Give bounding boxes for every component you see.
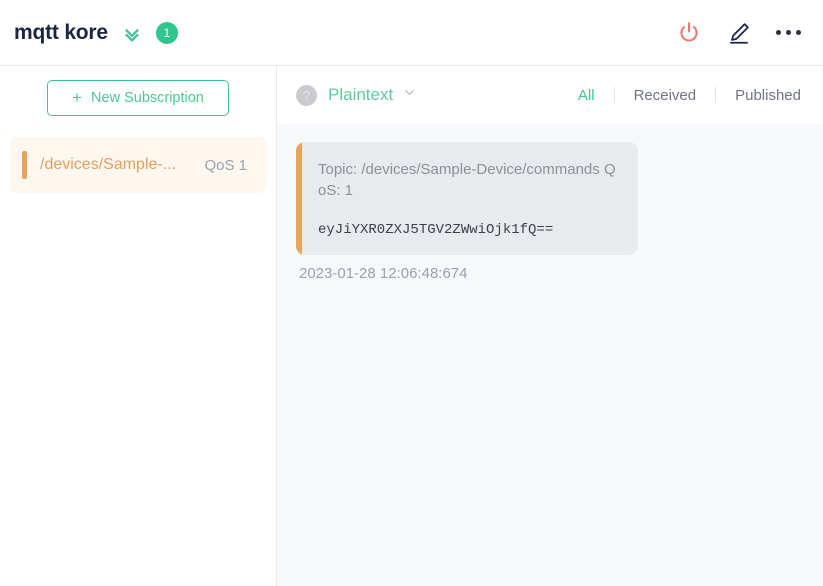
subscription-list: /devices/Sample-... QoS 1 bbox=[0, 137, 276, 193]
filter-tab-received[interactable]: Received bbox=[615, 88, 716, 103]
app-header: mqtt kore 1 bbox=[0, 0, 823, 66]
subscription-list-item[interactable]: /devices/Sample-... QoS 1 bbox=[10, 137, 266, 193]
double-chevron-down-icon[interactable] bbox=[121, 23, 143, 45]
payload-format-label: Plaintext bbox=[328, 85, 394, 104]
dots-glyph bbox=[776, 30, 801, 35]
new-subscription-button[interactable]: + New Subscription bbox=[47, 80, 229, 116]
new-subscription-wrap: + New Subscription bbox=[0, 80, 276, 116]
message-payload: eyJiYXR0ZXJ5TGV2ZWwiOjk1fQ== bbox=[318, 221, 554, 238]
messages-panel: ? Plaintext All Received Published Topic… bbox=[277, 66, 823, 586]
message-accent-bar bbox=[296, 142, 302, 255]
connection-count-badge: 1 bbox=[155, 21, 178, 44]
subscription-qos: QoS 1 bbox=[204, 156, 247, 174]
toolbar-left-group: ? Plaintext bbox=[296, 84, 417, 106]
more-options-icon[interactable] bbox=[776, 30, 801, 35]
message-timestamp: 2023-01-28 12:06:48:674 bbox=[299, 264, 468, 282]
power-icon[interactable] bbox=[676, 20, 702, 46]
message-bubble[interactable]: Topic: /devices/Sample-Device/commands Q… bbox=[296, 142, 638, 255]
pencil-edit-icon[interactable] bbox=[726, 20, 752, 46]
app-body: + New Subscription /devices/Sample-... Q… bbox=[0, 66, 823, 586]
message-item: Topic: /devices/Sample-Device/commands Q… bbox=[296, 142, 823, 282]
page-title: mqtt kore bbox=[14, 21, 108, 44]
message-list[interactable]: Topic: /devices/Sample-Device/commands Q… bbox=[277, 124, 823, 586]
filter-tab-all[interactable]: All bbox=[559, 88, 614, 103]
plus-icon: + bbox=[72, 87, 83, 107]
mqtt-client-window: mqtt kore 1 + New Subscription /devices/… bbox=[0, 0, 823, 586]
header-actions bbox=[676, 20, 801, 46]
new-subscription-label: New Subscription bbox=[91, 90, 204, 106]
chevron-down-icon bbox=[402, 85, 417, 105]
filter-tab-published[interactable]: Published bbox=[716, 88, 801, 103]
subscription-accent-bar bbox=[22, 151, 27, 179]
header-left-group: mqtt kore 1 bbox=[14, 21, 178, 45]
subscriptions-sidebar: + New Subscription /devices/Sample-... Q… bbox=[0, 66, 277, 586]
messages-toolbar: ? Plaintext All Received Published bbox=[277, 66, 823, 124]
message-filter-tabs: All Received Published bbox=[559, 87, 801, 103]
subscription-topic: /devices/Sample-... bbox=[40, 156, 177, 173]
payload-format-select[interactable]: Plaintext bbox=[328, 85, 417, 105]
question-mark-icon[interactable]: ? bbox=[296, 84, 317, 106]
message-topic-meta: Topic: /devices/Sample-Device/commands Q… bbox=[318, 161, 616, 200]
